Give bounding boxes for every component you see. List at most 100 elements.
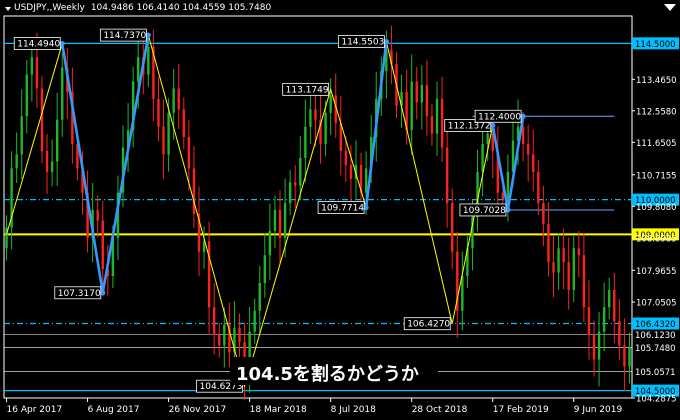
candle-body <box>40 88 44 152</box>
x-tick-label: 17 Feb 2019 <box>493 405 549 415</box>
price-label: 105.0571 <box>635 368 676 378</box>
candle-body <box>15 154 18 169</box>
candle-body <box>486 133 489 145</box>
candle-body <box>557 248 560 273</box>
x-tick-label: 8 Jul 2018 <box>331 405 376 415</box>
candle-body <box>542 203 545 224</box>
candle-body <box>294 182 297 186</box>
candle-body <box>344 151 348 165</box>
candle-body <box>50 161 54 172</box>
candle-body <box>430 116 434 134</box>
ohlc-readout: 104.9486 106.4140 104.4559 105.7480 <box>90 3 272 13</box>
candle-body <box>435 98 439 134</box>
candle-body <box>35 57 39 89</box>
candle-body <box>283 203 287 238</box>
y-tick-label: 109.8080 <box>636 203 677 213</box>
candle-body <box>238 328 241 343</box>
candle-body <box>364 168 368 193</box>
x-tick-label: 9 Jun 2019 <box>574 405 623 415</box>
x-tick-label: 18 Mar 2018 <box>250 405 307 415</box>
candle-body <box>587 307 591 336</box>
candle-body <box>309 109 312 127</box>
candle-body <box>537 171 540 204</box>
candle-body <box>96 210 99 221</box>
candle-body <box>25 74 28 117</box>
candle-body <box>506 171 510 200</box>
candle-body <box>268 230 272 256</box>
candle-body <box>602 307 606 332</box>
candle-body <box>623 345 626 367</box>
candle-body <box>567 262 570 290</box>
candle-body <box>582 255 586 308</box>
candle-body <box>440 98 444 148</box>
candle-body <box>45 151 49 172</box>
pivot-label: 107.3170 <box>58 289 101 299</box>
candle-body <box>263 255 267 283</box>
candle-body <box>20 116 23 155</box>
pivot-label: 109.7714 <box>321 204 364 214</box>
price-label: 105.7480 <box>635 344 676 354</box>
candle-body <box>157 98 160 127</box>
price-label: 106.1230 <box>635 331 676 341</box>
candle-body <box>273 210 277 231</box>
candle-body <box>288 182 292 204</box>
level-tag-text: 114.5000 <box>635 40 676 50</box>
candle-body <box>55 119 59 162</box>
x-tick-label: 6 Aug 2017 <box>88 405 140 415</box>
y-tick-label: 104.2875 <box>636 395 677 405</box>
y-tick-label: 112.5580 <box>636 107 677 117</box>
candle-body <box>608 289 611 308</box>
candle-body <box>572 248 575 290</box>
x-tick-label: 28 Oct 2018 <box>412 405 468 415</box>
y-tick-label: 107.9655 <box>636 267 677 277</box>
candle-body <box>207 241 211 308</box>
pivot-label: 113.1749 <box>286 85 329 95</box>
candle-body <box>167 112 170 155</box>
candle-body <box>613 289 616 322</box>
candle-body <box>324 112 327 145</box>
candle-body <box>481 144 484 172</box>
candle-body <box>329 95 332 113</box>
symbol-dropdown-icon[interactable] <box>5 7 11 11</box>
candle-body <box>532 154 535 172</box>
candle-body <box>253 310 256 332</box>
candle-body <box>415 81 418 103</box>
candle-body <box>30 57 34 75</box>
candle-body <box>162 126 165 155</box>
candle-body <box>137 57 140 82</box>
pivot-label: 114.7370 <box>103 31 146 41</box>
candle-body <box>577 248 581 256</box>
pivot-label: 112.1372 <box>448 121 491 131</box>
candle-body <box>451 203 454 252</box>
y-tick-label: 111.6505 <box>636 139 677 149</box>
candle-body <box>349 164 353 179</box>
candle-body <box>192 168 196 214</box>
candle-body <box>212 307 216 336</box>
level-tag-text: 106.4320 <box>635 320 676 330</box>
chart-header: USDJPY,,Weekly 104.9486 106.4140 104.4559… <box>14 3 271 13</box>
pivot-label: 114.5503 <box>341 38 384 48</box>
candle-body <box>314 109 317 120</box>
chart-scroll-icon[interactable] <box>664 4 676 11</box>
candle-body <box>461 276 464 311</box>
candle-body <box>618 321 621 346</box>
candle-body <box>526 144 530 155</box>
candle-body <box>445 147 449 204</box>
candle-body <box>592 335 596 360</box>
x-tick-label: 16 Apr 2017 <box>7 405 63 415</box>
candle-body <box>547 223 550 263</box>
candle-body <box>223 324 226 346</box>
candle-body <box>425 85 429 117</box>
candle-body <box>177 88 180 110</box>
candle-body <box>420 85 424 103</box>
candle-body <box>218 335 221 346</box>
y-tick-label: 113.4650 <box>636 76 677 86</box>
pivot-label: 112.4000 <box>478 112 521 122</box>
candle-body <box>101 220 104 270</box>
candle-body <box>597 331 601 360</box>
y-tick-label: 107.0505 <box>636 299 677 309</box>
candle-body <box>628 347 631 367</box>
candle-body <box>562 248 565 263</box>
candle-body <box>61 67 64 120</box>
candle-body <box>147 46 150 75</box>
